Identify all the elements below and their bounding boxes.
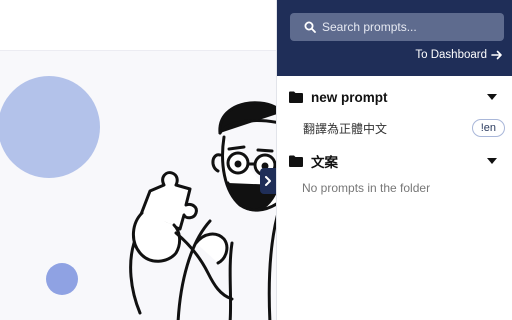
sidebar-header: To Dashboard xyxy=(277,0,512,76)
page-background xyxy=(0,51,276,320)
folder-row-copywriting[interactable]: 文案 xyxy=(289,151,503,171)
folder-name: 文案 xyxy=(311,155,338,170)
chevron-right-icon xyxy=(265,176,271,186)
search-icon xyxy=(304,21,316,33)
decorative-circle-small xyxy=(46,263,78,295)
search-box[interactable] xyxy=(290,13,504,41)
folder-icon xyxy=(289,155,303,167)
prompt-shortcut-badge: !en xyxy=(471,119,505,137)
prompt-item[interactable]: 翻譯為正體中文 !en xyxy=(303,118,505,138)
decorative-circle-large xyxy=(0,76,100,178)
page-top-bar xyxy=(0,0,276,51)
prompt-sidebar: To Dashboard new prompt 翻譯為正體中文 !en 文案 N… xyxy=(276,0,512,320)
folder-icon xyxy=(289,91,303,103)
caret-down-icon[interactable] xyxy=(487,158,497,164)
man-holding-puzzle-illustration xyxy=(129,101,276,320)
folder-row-new-prompt[interactable]: new prompt xyxy=(289,87,503,107)
to-dashboard-label: To Dashboard xyxy=(415,49,487,61)
collapse-sidebar-button[interactable] xyxy=(260,168,276,194)
prompt-title: 翻譯為正體中文 xyxy=(303,121,388,136)
empty-folder-message: No prompts in the folder xyxy=(302,181,431,195)
caret-down-icon[interactable] xyxy=(487,94,497,100)
to-dashboard-link[interactable]: To Dashboard xyxy=(415,49,503,61)
search-input[interactable] xyxy=(322,13,504,41)
arrow-right-icon xyxy=(491,50,502,60)
folder-name: new prompt xyxy=(311,89,388,105)
